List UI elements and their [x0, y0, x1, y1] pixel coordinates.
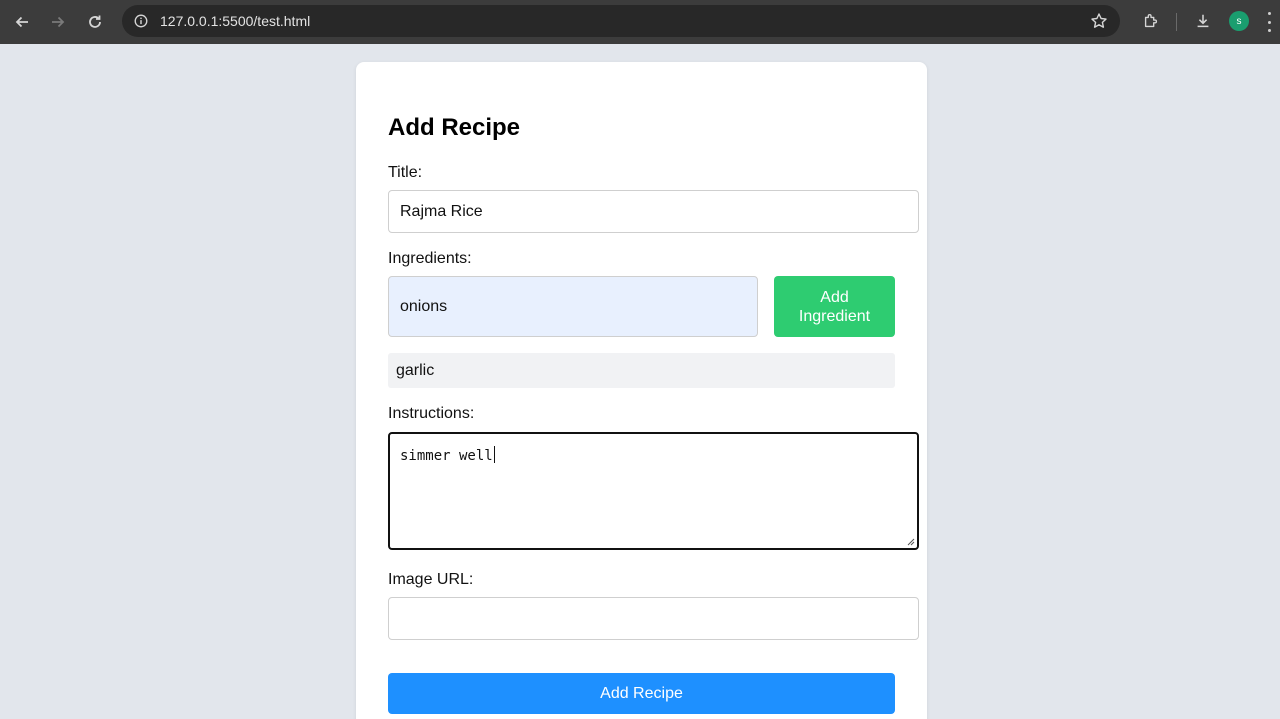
browser-toolbar: 127.0.0.1:5500/test.html s [0, 0, 1280, 44]
url-text[interactable]: 127.0.0.1:5500/test.html [160, 13, 310, 29]
instructions-textarea[interactable]: simmer well [388, 432, 919, 550]
ingredient-input-value: onions [400, 297, 448, 315]
toolbar-separator [1176, 13, 1177, 31]
instructions-label: Instructions: [388, 405, 475, 422]
title-label: Title: [388, 164, 423, 181]
address-bar[interactable]: 127.0.0.1:5500/test.html [122, 5, 1120, 37]
image-url-label: Image URL: [388, 571, 474, 588]
recipe-form-card: Add Recipe Title: Rajma Rice Ingredients… [356, 62, 927, 719]
add-recipe-button[interactable]: Add Recipe [388, 673, 895, 714]
puzzle-icon[interactable] [1141, 11, 1161, 31]
info-icon[interactable] [132, 12, 150, 30]
page-title: Add Recipe [388, 114, 521, 141]
back-button[interactable] [8, 8, 36, 36]
ingredient-input[interactable]: onions [388, 276, 758, 337]
ingredient-list-item: garlic [388, 353, 895, 388]
arrow-right-icon [52, 16, 65, 28]
kebab-menu-icon[interactable] [1266, 12, 1272, 32]
instructions-value: simmer well [400, 448, 493, 464]
reload-button[interactable] [81, 8, 109, 36]
image-url-input[interactable] [388, 597, 919, 640]
arrow-left-icon [15, 16, 28, 28]
reload-icon [89, 15, 101, 28]
text-caret [493, 446, 495, 463]
resize-handle-icon[interactable] [907, 538, 915, 546]
title-input-value: Rajma Rice [400, 202, 483, 220]
download-icon[interactable] [1193, 11, 1213, 31]
profile-avatar[interactable]: s [1229, 11, 1249, 31]
title-input[interactable]: Rajma Rice [388, 190, 919, 233]
add-ingredient-button[interactable]: Add Ingredient [774, 276, 895, 337]
ingredients-label: Ingredients: [388, 250, 472, 267]
star-icon[interactable] [1090, 12, 1108, 30]
forward-button[interactable] [44, 8, 72, 36]
